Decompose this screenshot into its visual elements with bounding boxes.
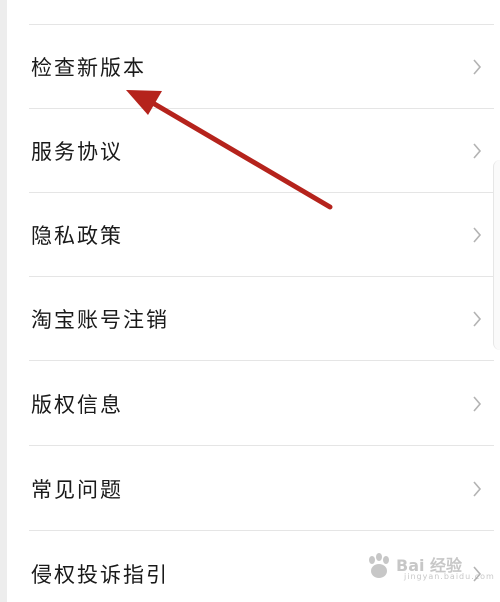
menu-item-check-update[interactable]: 检查新版本 bbox=[7, 25, 500, 109]
menu-item-label: 侵权投诉指引 bbox=[31, 563, 169, 587]
chevron-right-icon bbox=[473, 481, 482, 497]
menu-item-label: 常见问题 bbox=[31, 478, 123, 502]
menu-item-account-deletion[interactable]: 淘宝账号注销 bbox=[7, 277, 500, 361]
menu-item-label: 检查新版本 bbox=[31, 56, 146, 80]
row-divider bbox=[29, 445, 494, 446]
menu-item-label: 服务协议 bbox=[31, 140, 123, 164]
menu-item-privacy-policy[interactable]: 隐私政策 bbox=[7, 193, 500, 277]
chevron-right-icon bbox=[473, 227, 482, 243]
menu-item-faq[interactable]: 常见问题 bbox=[7, 447, 500, 531]
menu-item-copyright-info[interactable]: 版权信息 bbox=[7, 362, 500, 446]
menu-item-label: 版权信息 bbox=[31, 393, 123, 417]
menu-item-label: 隐私政策 bbox=[31, 224, 123, 248]
settings-menu-list: 检查新版本 服务协议 隐私政策 淘宝账号注销 版权信息 常见问题 侵权投诉指引 bbox=[7, 0, 500, 602]
paw-logo-icon bbox=[369, 553, 389, 578]
row-divider bbox=[29, 360, 494, 361]
chevron-right-icon bbox=[473, 143, 482, 159]
menu-item-service-agreement[interactable]: 服务协议 bbox=[7, 109, 500, 193]
app-screen: 检查新版本 服务协议 隐私政策 淘宝账号注销 版权信息 常见问题 侵权投诉指引 … bbox=[0, 0, 500, 602]
side-drag-handle[interactable] bbox=[493, 160, 500, 350]
baidu-jingyan-watermark: Bai 经验 jingyan.baidu.com bbox=[362, 550, 494, 584]
chevron-right-icon bbox=[473, 311, 482, 327]
watermark-url: jingyan.baidu.com bbox=[404, 572, 495, 581]
chevron-right-icon bbox=[473, 396, 482, 412]
left-edge-border bbox=[0, 0, 7, 602]
row-divider bbox=[29, 530, 494, 531]
chevron-right-icon bbox=[473, 59, 482, 75]
menu-item-label: 淘宝账号注销 bbox=[31, 308, 169, 332]
